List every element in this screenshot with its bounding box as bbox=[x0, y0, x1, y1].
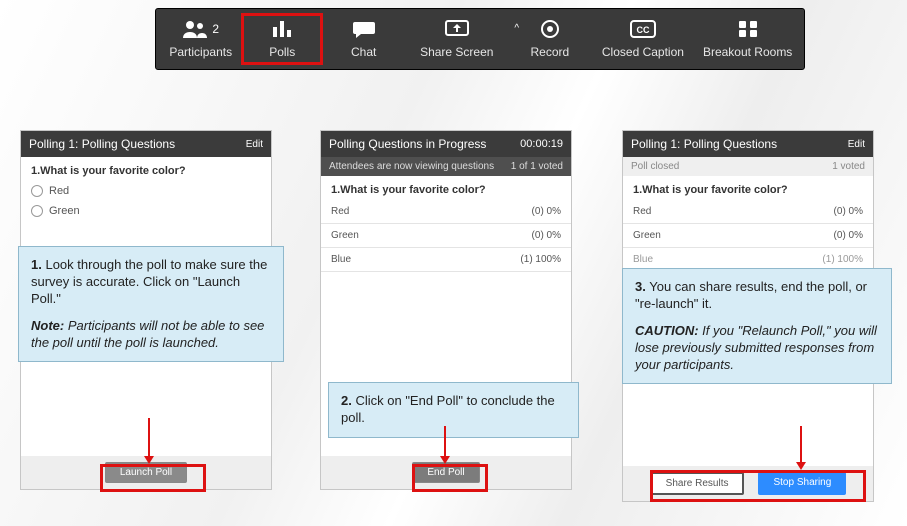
toolbar-label: Closed Caption bbox=[602, 45, 684, 59]
result-row: Red (0) 0% bbox=[321, 200, 571, 224]
step-number: 2. bbox=[341, 393, 352, 408]
radio-icon bbox=[31, 205, 43, 217]
breakout-rooms-icon bbox=[737, 17, 759, 41]
toolbar-participants[interactable]: 2 Participants bbox=[160, 13, 241, 65]
poll-option-label: Green bbox=[49, 205, 80, 217]
result-name: Red bbox=[633, 206, 651, 217]
edit-link[interactable]: Edit bbox=[246, 139, 263, 150]
result-stat: (1) 100% bbox=[520, 254, 561, 265]
note-text: Participants will not be able to see the… bbox=[31, 318, 264, 350]
callout-step-2: 2. Click on "End Poll" to conclude the p… bbox=[328, 382, 579, 438]
result-stat: (0) 0% bbox=[532, 230, 561, 241]
callout-step-1: 1. Look through the poll to make sure th… bbox=[18, 246, 284, 362]
radio-icon bbox=[31, 185, 43, 197]
toolbar-label: Chat bbox=[351, 45, 376, 59]
panel-title: Polling 1: Polling Questions bbox=[29, 137, 175, 151]
record-icon bbox=[539, 17, 561, 41]
toolbar-closed-caption[interactable]: CC Closed Caption bbox=[591, 13, 696, 65]
toolbar-polls[interactable]: Polls bbox=[241, 13, 322, 65]
panel-subheader: Attendees are now viewing questions 1 of… bbox=[321, 157, 571, 176]
poll-option-label: Red bbox=[49, 185, 69, 197]
toolbar-chat[interactable]: Chat bbox=[323, 13, 404, 65]
panel-header: Polling Questions in Progress 00:00:19 bbox=[321, 131, 571, 157]
closed-right: 1 voted bbox=[832, 161, 865, 172]
toolbar-breakout-rooms[interactable]: Breakout Rooms bbox=[695, 13, 800, 65]
poll-closed-bar: Poll closed 1 voted bbox=[623, 157, 873, 176]
result-stat: (0) 0% bbox=[834, 206, 863, 217]
edit-link[interactable]: Edit bbox=[848, 139, 865, 150]
panel-title: Polling 1: Polling Questions bbox=[631, 137, 777, 151]
result-name: Green bbox=[331, 230, 359, 241]
share-screen-icon bbox=[444, 17, 470, 41]
toolbar-label: Polls bbox=[269, 45, 295, 59]
step-text: Click on "End Poll" to conclude the poll… bbox=[341, 393, 555, 425]
toolbar-label: Share Screen bbox=[420, 45, 493, 59]
callout-step-3: 3. You can share results, end the poll, … bbox=[622, 268, 892, 384]
poll-option-row[interactable]: Red bbox=[21, 181, 271, 201]
result-stat: (1) 100% bbox=[822, 254, 863, 265]
result-row: Blue (1) 100% bbox=[321, 248, 571, 272]
arrow-step-3 bbox=[800, 426, 802, 468]
end-poll-button[interactable]: End Poll bbox=[412, 462, 479, 483]
step-number: 3. bbox=[635, 279, 646, 294]
launch-poll-button[interactable]: Launch Poll bbox=[105, 462, 187, 483]
sub-right: 1 of 1 voted bbox=[511, 161, 563, 172]
poll-timer: 00:00:19 bbox=[520, 138, 563, 150]
share-results-button[interactable]: Share Results bbox=[650, 472, 745, 495]
panel-header: Polling 1: Polling Questions Edit bbox=[21, 131, 271, 157]
polls-icon bbox=[271, 17, 293, 41]
svg-text:CC: CC bbox=[636, 25, 649, 35]
toolbar-label: Breakout Rooms bbox=[703, 45, 792, 59]
sub-left: Attendees are now viewing questions bbox=[329, 161, 494, 172]
panel-button-bar: Share Results Stop Sharing bbox=[623, 466, 873, 501]
cc-icon: CC bbox=[629, 17, 657, 41]
poll-question: 1.What is your favorite color? bbox=[21, 157, 271, 181]
stop-sharing-button[interactable]: Stop Sharing bbox=[758, 472, 846, 495]
toolbar-share-screen[interactable]: Share Screen ^ bbox=[404, 13, 509, 65]
result-row: Red (0) 0% bbox=[623, 200, 873, 224]
result-row: Green (0) 0% bbox=[623, 224, 873, 248]
participants-count: 2 bbox=[212, 22, 219, 36]
result-stat: (0) 0% bbox=[834, 230, 863, 241]
step-text: Look through the poll to make sure the s… bbox=[31, 257, 267, 306]
toolbar-record[interactable]: Record bbox=[509, 13, 590, 65]
poll-question: 1.What is your favorite color? bbox=[321, 176, 571, 200]
note-label: Note: bbox=[31, 318, 64, 333]
caution-label: CAUTION: bbox=[635, 323, 699, 338]
poll-question: 1.What is your favorite color? bbox=[623, 176, 873, 200]
result-name: Blue bbox=[633, 254, 653, 265]
chat-icon bbox=[352, 17, 376, 41]
participants-icon: 2 bbox=[182, 17, 219, 41]
panel-header: Polling 1: Polling Questions Edit bbox=[623, 131, 873, 157]
closed-left: Poll closed bbox=[631, 161, 679, 172]
result-name: Green bbox=[633, 230, 661, 241]
panel-title: Polling Questions in Progress bbox=[329, 137, 486, 151]
step-number: 1. bbox=[31, 257, 42, 272]
result-stat: (0) 0% bbox=[532, 206, 561, 217]
result-name: Red bbox=[331, 206, 349, 217]
poll-option-row[interactable]: Green bbox=[21, 201, 271, 221]
toolbar-label: Record bbox=[531, 45, 570, 59]
toolbar-label: Participants bbox=[169, 45, 232, 59]
result-name: Blue bbox=[331, 254, 351, 265]
step-text: You can share results, end the poll, or … bbox=[635, 279, 867, 311]
meeting-toolbar: 2 Participants Polls Chat Share Screen ^ bbox=[155, 8, 805, 70]
result-row: Green (0) 0% bbox=[321, 224, 571, 248]
arrow-step-1 bbox=[148, 418, 150, 462]
arrow-step-2 bbox=[444, 426, 446, 462]
